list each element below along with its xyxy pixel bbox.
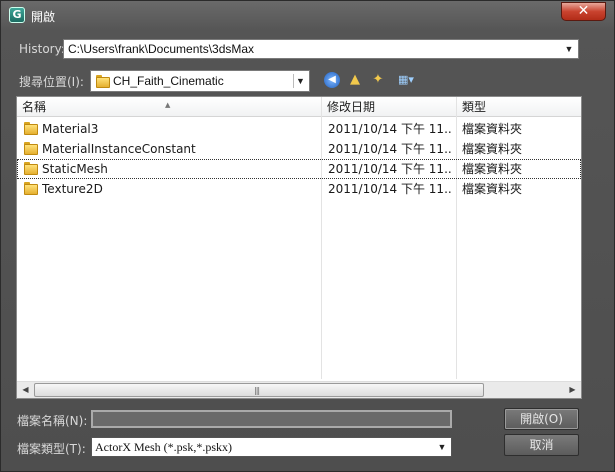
file-modified: 2011/10/14 下午 11...: [328, 162, 453, 176]
chevron-down-icon[interactable]: ▼: [435, 440, 449, 454]
open-file-dialog: G 開啟 ✕ History: C:\Users\frank\Documents…: [0, 0, 615, 472]
filetype-dropdown[interactable]: ActorX Mesh (*.psk,*.pskx) ▼: [91, 437, 452, 457]
file-modified: 2011/10/14 下午 11...: [328, 182, 453, 196]
sort-ascending-icon: ▲: [165, 101, 171, 109]
view-menu-icon[interactable]: ▦▾: [394, 72, 418, 88]
history-dropdown[interactable]: C:\Users\frank\Documents\3dsMax ▼: [63, 39, 579, 59]
new-folder-icon[interactable]: ✦: [370, 72, 386, 88]
close-button[interactable]: ✕: [561, 2, 606, 21]
file-type: 檔案資料夾: [462, 162, 523, 176]
list-item[interactable]: Texture2D 2011/10/14 下午 11... 檔案資料夾: [17, 179, 581, 199]
folder-icon: [24, 142, 38, 155]
title-bar[interactable]: G 開啟 ✕: [1, 1, 615, 29]
back-icon[interactable]: ◀: [324, 72, 340, 88]
window-title: 開啟: [31, 10, 56, 24]
column-header-modified[interactable]: 修改日期: [322, 97, 456, 117]
open-button[interactable]: 開啟(O): [504, 408, 579, 430]
scroll-right-icon[interactable]: ▶: [564, 382, 581, 398]
list-header: 名稱 ▲ 修改日期 類型: [17, 97, 581, 117]
scrollbar-thumb[interactable]: |||: [34, 383, 484, 397]
filetype-value: ActorX Mesh (*.psk,*.pskx): [95, 440, 232, 454]
file-type: 檔案資料夾: [462, 142, 523, 156]
file-name: MaterialInstanceConstant: [42, 142, 196, 156]
scroll-left-icon[interactable]: ◀: [17, 382, 34, 398]
cancel-button[interactable]: 取消: [504, 434, 579, 456]
file-modified: 2011/10/14 下午 11...: [328, 142, 453, 156]
list-item[interactable]: StaticMesh 2011/10/14 下午 11... 檔案資料夾: [17, 159, 581, 179]
filename-input[interactable]: [91, 410, 452, 428]
list-item[interactable]: Material3 2011/10/14 下午 11... 檔案資料夾: [17, 119, 581, 139]
chevron-down-icon[interactable]: ▼: [293, 74, 307, 88]
look-in-dropdown[interactable]: CH_Faith_Cinematic ▼: [90, 70, 310, 92]
horizontal-scrollbar[interactable]: ◀ ||| ▶: [17, 381, 581, 398]
history-label: History:: [19, 42, 65, 56]
grip-icon: |||: [254, 386, 260, 395]
file-name: Material3: [42, 122, 99, 136]
history-value: C:\Users\frank\Documents\3dsMax: [68, 42, 255, 56]
file-name: Texture2D: [42, 182, 103, 196]
close-icon: ✕: [577, 3, 590, 19]
file-modified: 2011/10/14 下午 11...: [328, 122, 453, 136]
folder-icon: [96, 75, 110, 88]
list-item[interactable]: MaterialInstanceConstant 2011/10/14 下午 1…: [17, 139, 581, 159]
folder-icon: [24, 122, 38, 135]
folder-icon: [24, 182, 38, 195]
look-in-value: CH_Faith_Cinematic: [113, 74, 224, 88]
up-folder-icon[interactable]: ▲: [347, 72, 363, 88]
filetype-label: 檔案類型(T):: [17, 442, 86, 456]
file-type: 檔案資料夾: [462, 182, 523, 196]
filename-label: 檔案名稱(N):: [17, 414, 88, 428]
file-list[interactable]: 名稱 ▲ 修改日期 類型 Material3 2011/10/14 下午 11.…: [16, 96, 582, 399]
folder-icon: [24, 162, 38, 175]
file-type: 檔案資料夾: [462, 122, 523, 136]
app-icon: G: [9, 7, 25, 23]
column-header-type[interactable]: 類型: [457, 97, 577, 117]
column-header-name[interactable]: 名稱 ▲: [17, 97, 321, 117]
look-in-label: 搜尋位置(I):: [19, 75, 84, 89]
file-name: StaticMesh: [42, 162, 108, 176]
chevron-down-icon[interactable]: ▼: [562, 42, 576, 56]
